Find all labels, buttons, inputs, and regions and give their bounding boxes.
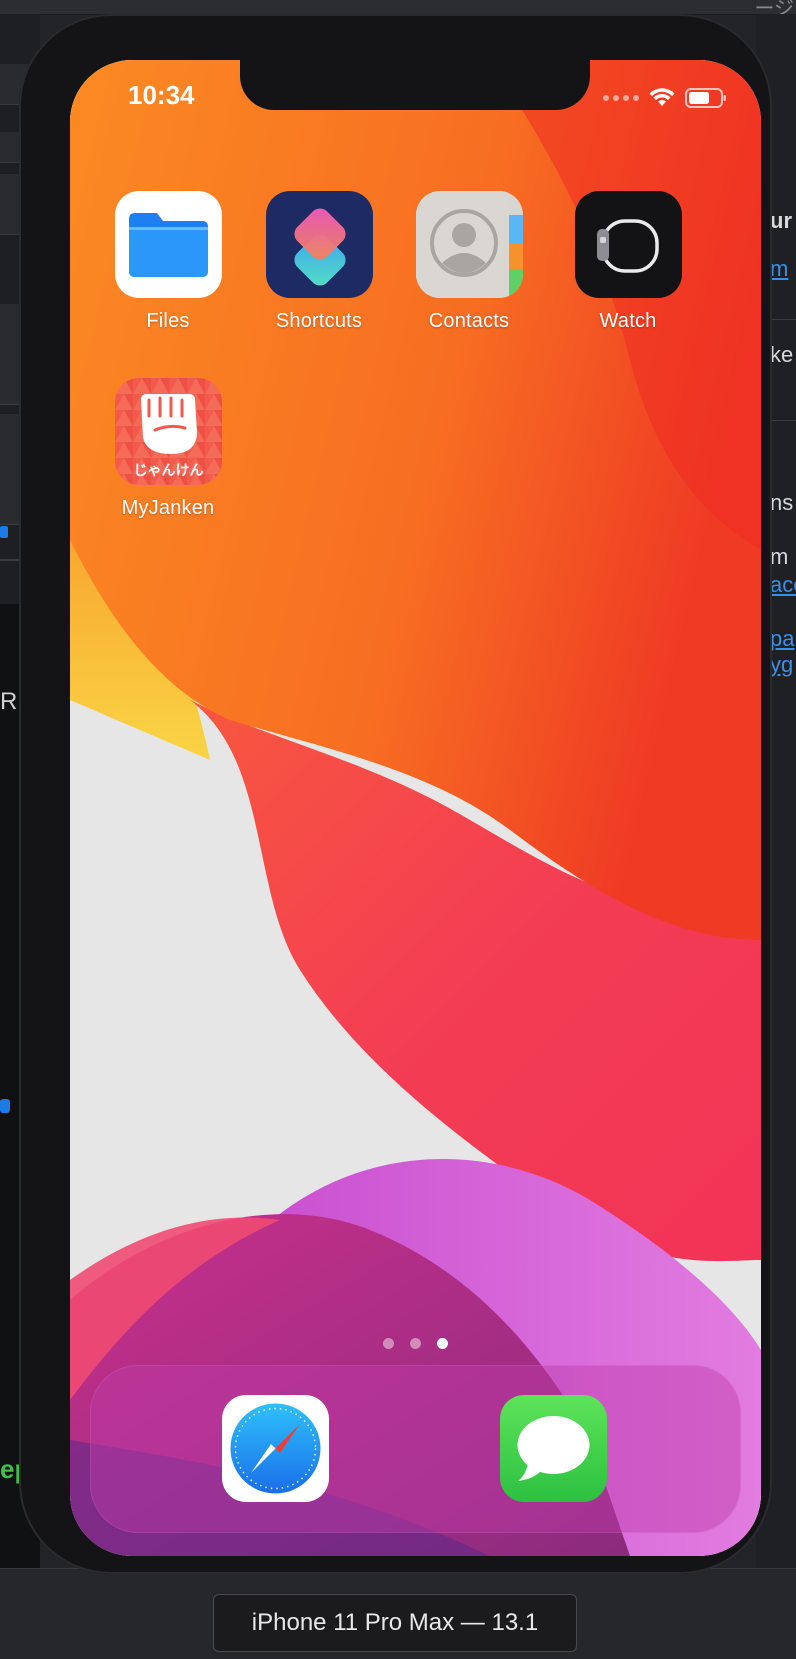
page-dot[interactable] — [383, 1338, 394, 1349]
background-topbar: ージ — [0, 0, 796, 20]
background-right-link[interactable]: pa — [770, 626, 796, 652]
page-dot-active[interactable] — [437, 1338, 448, 1349]
home-screen[interactable]: 10:34 Files Shortcuts Contacts Watch じゃん… — [70, 60, 761, 1556]
background-right-text: ns — [770, 490, 794, 515]
dock — [90, 1365, 741, 1533]
background-right-text: m — [770, 544, 789, 569]
background-blue-marker — [0, 1099, 10, 1113]
page-indicator[interactable] — [70, 1338, 761, 1349]
contacts-icon — [415, 191, 523, 298]
background-right-text: ur — [770, 208, 792, 233]
app-files[interactable]: Files — [93, 191, 243, 333]
shortcuts-icon — [265, 191, 373, 298]
app-watch-label: Watch — [599, 310, 657, 332]
background-right-link[interactable]: m — [770, 256, 796, 282]
app-contacts[interactable]: Contacts — [394, 191, 544, 333]
files-folder-icon — [114, 191, 222, 298]
status-time: 10:34 — [128, 80, 195, 110]
safari-compass-icon[interactable] — [222, 1395, 329, 1502]
app-myjanken-label: MyJanken — [121, 497, 215, 519]
cellular-dots-icon — [603, 95, 639, 101]
app-shortcuts-label: Shortcuts — [275, 310, 363, 332]
device-model-label: iPhone 11 Pro Max — 13.1 — [213, 1594, 577, 1652]
janken-fist-icon: じゃんけん — [114, 378, 222, 485]
app-myjanken[interactable]: じゃんけん MyJanken — [93, 378, 243, 520]
messages-bubble-icon[interactable] — [500, 1395, 607, 1502]
notch — [240, 60, 590, 110]
page-dot[interactable] — [410, 1338, 421, 1349]
app-shortcuts[interactable]: Shortcuts — [244, 191, 394, 333]
battery-icon — [685, 88, 726, 108]
iphone-device-frame: 10:34 Files Shortcuts Contacts Watch じゃん… — [19, 14, 772, 1574]
background-left-text: ep — [0, 1454, 19, 1484]
background-left-text: R — [0, 688, 18, 715]
app-watch[interactable]: Watch — [553, 191, 703, 333]
wifi-icon — [649, 88, 675, 106]
background-right-text: ke — [770, 342, 794, 367]
background-right-link[interactable]: yg — [770, 652, 796, 678]
background-right-link[interactable]: ace — [770, 572, 796, 598]
app-contacts-label: Contacts — [428, 310, 510, 332]
watch-icon — [574, 191, 682, 298]
app-files-label: Files — [146, 310, 190, 332]
janken-icon-text: じゃんけん — [133, 463, 203, 479]
background-blue-marker — [0, 526, 8, 538]
status-icons — [603, 86, 727, 110]
